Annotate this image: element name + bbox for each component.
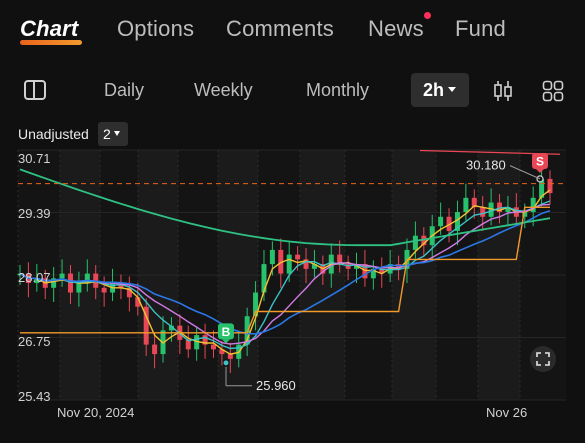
price-axis-label: 29.39 bbox=[18, 206, 51, 221]
chevron-down-icon bbox=[448, 87, 457, 93]
candle-body bbox=[152, 344, 158, 355]
price-chart[interactable]: 30.180 25.960 B S bbox=[0, 146, 585, 443]
period-selector-bar: Daily Weekly Monthly 2h bbox=[0, 68, 585, 112]
price-axis-label: 26.75 bbox=[18, 334, 51, 349]
date-axis-label: Nov 20, 2024 bbox=[57, 405, 135, 420]
active-tab-underline bbox=[20, 40, 82, 45]
candle-body bbox=[480, 207, 486, 217]
price-axis-label: 28.07 bbox=[18, 270, 51, 285]
fullscreen-icon bbox=[536, 352, 550, 366]
tab-options[interactable]: Options bbox=[117, 16, 194, 42]
high-price-label: 30.180 bbox=[466, 158, 506, 173]
candle-body bbox=[59, 273, 65, 279]
candle-body bbox=[438, 216, 444, 227]
low-marker bbox=[222, 359, 230, 367]
fullscreen-button[interactable] bbox=[530, 346, 556, 372]
price-axis-label: 30.71 bbox=[18, 151, 51, 166]
sidebar-toggle-icon[interactable] bbox=[24, 80, 46, 100]
adjustment-label: Unadjusted bbox=[18, 126, 89, 142]
adjustment-value: 2 bbox=[103, 126, 111, 142]
candle-body bbox=[101, 287, 107, 293]
tab-comments[interactable]: Comments bbox=[226, 16, 334, 42]
candle-body bbox=[412, 235, 418, 250]
period-2h-dropdown[interactable]: 2h bbox=[411, 73, 469, 107]
candle-body bbox=[76, 283, 82, 293]
chevron-down-icon bbox=[113, 131, 120, 137]
candle-body bbox=[463, 197, 469, 213]
candle-body bbox=[210, 344, 216, 350]
candle-body bbox=[67, 273, 73, 293]
date-axis-label: Nov 26 bbox=[486, 405, 528, 420]
tab-news[interactable]: News bbox=[368, 16, 424, 42]
period-weekly[interactable]: Weekly bbox=[194, 80, 253, 101]
sell-marker-letter: S bbox=[536, 155, 544, 169]
tab-chart[interactable]: Chart bbox=[20, 16, 78, 42]
grid-layout-icon[interactable] bbox=[542, 80, 564, 102]
period-2h-label: 2h bbox=[423, 80, 445, 100]
price-axis-label: 25.43 bbox=[18, 389, 51, 404]
candle-body bbox=[286, 254, 292, 274]
top-tab-bar: Chart Options Comments News Fund bbox=[0, 0, 585, 60]
low-price-label: 25.960 bbox=[256, 378, 296, 393]
candle-body bbox=[269, 249, 275, 265]
period-daily[interactable]: Daily bbox=[104, 80, 144, 101]
buy-marker-letter: B bbox=[222, 325, 231, 339]
period-monthly[interactable]: Monthly bbox=[306, 80, 369, 101]
candlestick-icon[interactable] bbox=[492, 80, 514, 102]
adjustment-dropdown[interactable]: 2 bbox=[98, 122, 128, 146]
tab-fund[interactable]: Fund bbox=[455, 16, 506, 42]
news-notification-dot bbox=[424, 12, 431, 19]
candle-body bbox=[295, 254, 301, 260]
